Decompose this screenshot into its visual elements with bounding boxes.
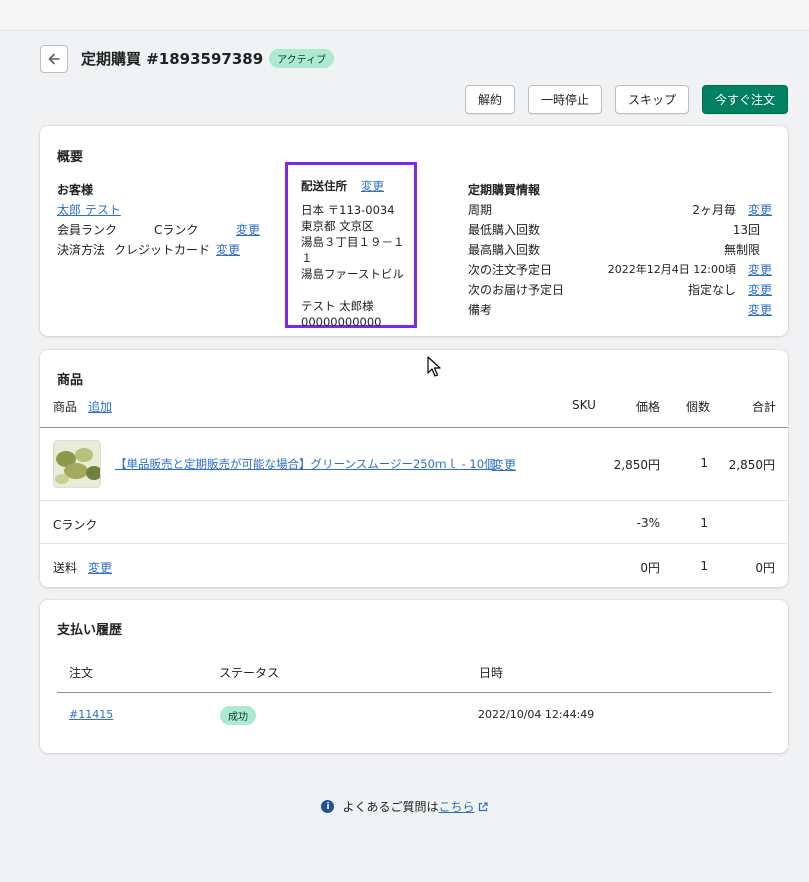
sub-label: 最低購入回数: [468, 222, 541, 237]
top-bar: [0, 0, 809, 31]
sub-label: 周期: [468, 202, 493, 217]
add-product-link[interactable]: 追加: [88, 398, 112, 415]
col-order: 注文: [69, 666, 94, 680]
skip-button[interactable]: スキップ: [614, 85, 689, 114]
col-status: ステータス: [219, 666, 280, 680]
rank-discount-row: Cランク -3% 1: [40, 501, 788, 544]
member-rank-value: Cランク: [154, 222, 199, 237]
sub-label: 備考: [468, 302, 493, 317]
products-card: 商品 商品 追加 SKU 価格 個数 合計 【単品販売と定期販売が可能な場合】グ…: [40, 350, 788, 587]
payment-row: #11415 成功 2022/10/04 12:44:49: [69, 706, 769, 726]
shipping-fee-total: 0円: [755, 561, 775, 575]
product-thumbnail: [53, 440, 101, 488]
sub-value: 2022年12月4日 12:00頃: [607, 262, 736, 276]
col-total: 合計: [752, 400, 777, 414]
products-table-header: 商品 追加 SKU 価格 個数 合計: [40, 398, 788, 428]
order-link[interactable]: #11415: [69, 708, 113, 721]
col-product: 商品: [53, 400, 78, 414]
external-link-icon: [478, 801, 488, 811]
sub-row-next-delivery: 次のお届け予定日 指定なし 変更: [468, 279, 772, 299]
payment-history-card: 支払い履歴 注文 ステータス 日時 #11415 成功 2022/10/04 1…: [40, 600, 788, 753]
member-rank-label: 会員ランク: [57, 222, 118, 237]
recipient-name: テスト 太郎様: [301, 299, 374, 313]
sub-label: 次の注文予定日: [468, 262, 553, 277]
subscription-info-section: 定期購買情報 周期 2ヶ月毎 変更 最低購入回数 13回 最高購入回数 無制限 次…: [468, 179, 772, 319]
product-image-icon: [54, 441, 100, 487]
mouse-cursor-icon: [427, 356, 441, 377]
pause-button[interactable]: 一時停止: [527, 85, 602, 114]
cycle-change-link[interactable]: 変更: [748, 201, 772, 218]
info-icon: i: [321, 800, 335, 813]
sub-label: 最高購入回数: [468, 242, 541, 257]
sub-value: 2ヶ月毎: [692, 202, 736, 217]
customer-name-link[interactable]: 太郎 テスト: [57, 201, 121, 218]
shipping-change-link[interactable]: 変更: [361, 178, 384, 194]
product-qty: 1: [700, 456, 708, 470]
shipping-fee-change-link[interactable]: 変更: [88, 559, 112, 576]
sub-value: 13回: [732, 222, 760, 237]
customer-heading: お客様: [57, 182, 94, 197]
status-badge: アクティブ: [269, 49, 335, 68]
sub-value: 無制限: [723, 242, 760, 257]
products-title: 商品: [57, 373, 84, 388]
payment-history-title: 支払い履歴: [57, 623, 123, 638]
faq-text: よくあるご質問は: [342, 800, 439, 814]
help-footer: i よくあるご質問は こちら: [0, 798, 809, 815]
payment-method-label: 決済方法: [57, 242, 106, 257]
rank-qty: 1: [700, 516, 708, 530]
subscription-heading: 定期購買情報: [468, 182, 541, 197]
overview-title: 概要: [57, 150, 84, 165]
address-line-1: 日本 〒113-0034: [301, 203, 395, 217]
rank-discount: -3%: [636, 516, 660, 530]
order-now-button[interactable]: 今すぐ注文: [701, 85, 788, 114]
payment-table-header: 注文 ステータス 日時: [57, 655, 772, 693]
payment-method-change-link[interactable]: 変更: [216, 241, 240, 258]
payment-status-badge: 成功: [220, 706, 256, 725]
col-price: 価格: [636, 400, 661, 414]
shipping-fee-row: 送料 変更 0円 1 0円: [40, 544, 788, 587]
sub-row-min-purchases: 最低購入回数 13回: [468, 219, 772, 239]
payment-date: 2022/10/04 12:44:49: [478, 708, 595, 721]
member-rank-row: 会員ランク Cランク 変更: [57, 219, 267, 239]
col-date: 日時: [479, 666, 504, 680]
customer-section: お客様 太郎 テスト 会員ランク Cランク 変更 決済方法 クレジットカード 変…: [57, 179, 267, 259]
product-row: 【単品販売と定期販売が可能な場合】グリーンスムージー250ｍｌ - 10個 変更…: [40, 428, 788, 501]
sub-row-notes: 備考 変更: [468, 299, 772, 319]
shipping-fee-price: 0円: [640, 561, 660, 575]
action-bar: 解約 一時停止 スキップ 今すぐ注文: [464, 85, 788, 114]
sub-row-next-order: 次の注文予定日 2022年12月4日 12:00頃 変更: [468, 259, 772, 279]
product-total: 2,850円: [728, 458, 775, 472]
sub-row-max-purchases: 最高購入回数 無制限: [468, 239, 772, 259]
recipient-phone: 00000000000: [301, 315, 382, 329]
notes-change-link[interactable]: 変更: [748, 301, 772, 318]
faq-link[interactable]: こちら: [439, 798, 475, 815]
address-line-4: 湯島ファーストビル: [301, 267, 404, 281]
rank-label: Cランク: [53, 518, 98, 532]
sub-label: 次のお届け予定日: [468, 282, 565, 297]
col-sku: SKU: [572, 398, 596, 412]
member-rank-change-link[interactable]: 変更: [236, 221, 260, 238]
product-price: 2,850円: [613, 458, 660, 472]
sub-row-cycle: 周期 2ヶ月毎 変更: [468, 199, 772, 219]
next-order-change-link[interactable]: 変更: [748, 261, 772, 278]
product-name-link[interactable]: 【単品販売と定期販売が可能な場合】グリーンスムージー250ｍｌ - 10個: [115, 456, 496, 472]
back-button[interactable]: [40, 44, 68, 73]
payment-method-row: 決済方法 クレジットカード 変更: [57, 239, 267, 259]
page-header: 定期購買 #1893597389 アクティブ: [40, 44, 335, 73]
sub-value: 指定なし: [687, 282, 736, 297]
col-qty: 個数: [686, 400, 711, 414]
shipping-heading: 配送住所: [301, 179, 347, 193]
overview-card: 概要 お客様 太郎 テスト 会員ランク Cランク 変更 決済方法 クレジットカー…: [40, 126, 788, 336]
shipping-address-section: 配送住所 変更 日本 〒113-0034 東京都 文京区 湯島３丁目１９－１１ …: [285, 162, 417, 329]
next-delivery-change-link[interactable]: 変更: [748, 281, 772, 298]
shipping-fee-label: 送料: [53, 561, 78, 575]
payment-method-value: クレジットカード: [114, 242, 211, 257]
product-change-link[interactable]: 変更: [492, 456, 516, 473]
page-title: 定期購買 #1893597389: [81, 50, 264, 68]
arrow-left-icon: [48, 53, 60, 64]
address-line-3: 湯島３丁目１９－１１: [301, 235, 405, 265]
cancel-subscription-button[interactable]: 解約: [464, 85, 515, 114]
shipping-fee-qty: 1: [700, 559, 708, 573]
address-line-2: 東京都 文京区: [301, 219, 374, 233]
